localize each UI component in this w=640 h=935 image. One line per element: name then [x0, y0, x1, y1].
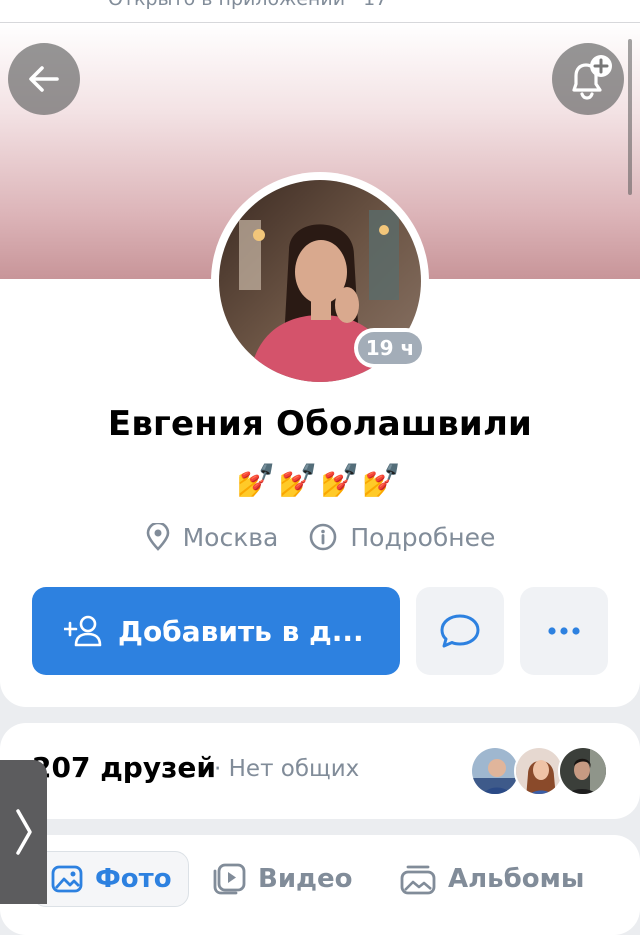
tab-photo[interactable]: Фото	[32, 851, 189, 907]
side-panel-handle[interactable]	[0, 760, 47, 904]
tab-albums[interactable]: Альбомы	[400, 851, 584, 907]
more-icon	[548, 627, 580, 635]
info-icon	[310, 523, 337, 551]
video-icon	[213, 863, 246, 895]
notify-button[interactable]	[552, 43, 624, 115]
back-button[interactable]	[8, 43, 80, 115]
story-age-text: 19 ч	[358, 332, 422, 364]
photo-icon	[51, 865, 83, 893]
chevron-right-icon	[15, 809, 32, 855]
mutual-friends-label: · Нет общих	[214, 756, 360, 782]
tab-photo-label: Фото	[95, 864, 172, 894]
profile-name: Евгения Оболашвили	[107, 404, 533, 444]
profile-status: 💅💅💅💅	[236, 461, 404, 499]
city-label: Москва	[182, 522, 279, 552]
tab-video[interactable]: Видео	[212, 851, 353, 907]
media-section: Фото Видео Альбомы	[0, 835, 640, 935]
arrow-left-icon	[29, 66, 59, 92]
bell-plus-icon	[572, 55, 612, 100]
message-button[interactable]	[416, 587, 504, 675]
profile-card: 19 ч Евгения Оболашвили 💅💅💅💅 Москва Подр…	[0, 23, 640, 707]
add-user-icon	[64, 615, 102, 647]
album-icon	[400, 865, 436, 895]
story-age-badge: 19 ч	[354, 328, 426, 368]
friend-avatar	[514, 746, 564, 796]
details-label: Подробнее	[350, 522, 496, 552]
top-status-text: Открыто в приложении · 17	[108, 0, 387, 10]
profile-info-row: Москва Подробнее	[0, 517, 640, 557]
more-button[interactable]	[520, 587, 608, 675]
friend-avatar	[558, 746, 608, 796]
friend-avatar	[470, 746, 520, 796]
location-pin-icon	[146, 523, 169, 551]
city-item: Москва	[145, 522, 279, 552]
friend-avatars	[470, 746, 610, 796]
add-friend-button[interactable]: Добавить в д...	[32, 587, 400, 675]
friends-section[interactable]: 207 друзей · Нет общих	[0, 723, 640, 819]
add-friend-label: Добавить в д...	[118, 614, 364, 648]
message-icon	[440, 614, 480, 648]
details-link[interactable]: Подробнее	[308, 522, 495, 552]
tab-albums-label: Альбомы	[448, 864, 585, 894]
tab-video-label: Видео	[258, 864, 353, 894]
top-status-strip: Открыто в приложении · 17	[0, 0, 640, 23]
friends-count: 207 друзей	[32, 751, 216, 784]
scrollbar[interactable]	[628, 39, 632, 195]
